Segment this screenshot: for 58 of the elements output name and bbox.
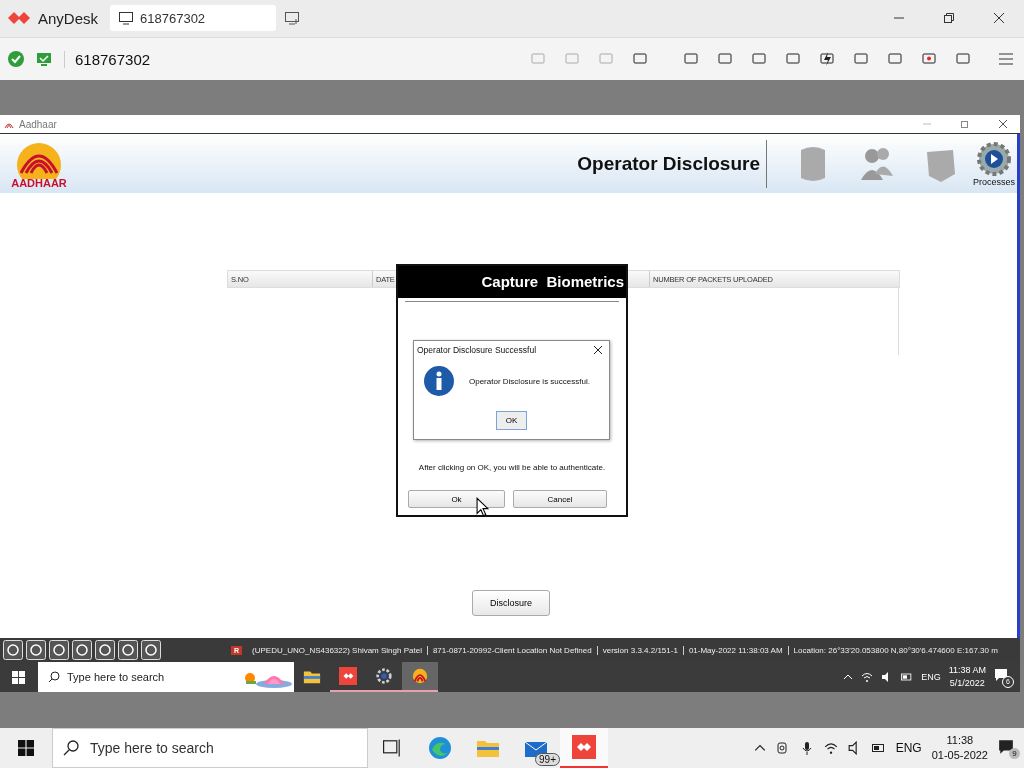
status-text: Location: 26°33'20.053800 N,80°30'6.474600 E:167.30 m — [792, 645, 999, 655]
anydesk-logo-icon — [8, 11, 32, 26]
restore-icon[interactable] — [943, 12, 955, 25]
status-text: version 3.3.4.2/151-1 — [597, 645, 684, 655]
anydesk-icon — [339, 667, 357, 686]
windows-icon[interactable] — [18, 740, 34, 756]
processes-button[interactable]: Processes — [972, 140, 1015, 187]
logo-text: AADHAAR — [11, 176, 67, 189]
browser-icon — [428, 736, 452, 760]
wifi-icon[interactable] — [861, 671, 874, 684]
screen-check-icon — [36, 51, 52, 68]
search-icon — [48, 671, 60, 684]
wifi-icon[interactable] — [823, 741, 838, 755]
close-icon[interactable] — [993, 12, 1005, 25]
gear-icon — [976, 140, 1012, 177]
close-icon[interactable] — [593, 345, 603, 356]
gear-icon — [375, 667, 393, 686]
menu-icon[interactable] — [998, 51, 1014, 68]
ok-button[interactable]: OK — [496, 411, 527, 431]
dialog-note: After clicking on OK, you will be able to authenticate. — [417, 463, 607, 473]
lightning-icon[interactable] — [819, 51, 835, 68]
dialog-message: Operator Disclosure is successful. — [469, 376, 590, 386]
aadhaar-logo-icon — [411, 667, 429, 686]
aadhaar-taskbar-button[interactable] — [402, 662, 438, 693]
clock[interactable]: 11:38 01-05-2022 — [931, 733, 988, 763]
language-indicator[interactable]: ENG — [921, 672, 941, 683]
cancel-button[interactable]: Cancel — [513, 490, 607, 509]
ok-button[interactable]: Ok — [408, 490, 505, 509]
check-icon — [8, 51, 24, 68]
camera-icon[interactable] — [775, 741, 790, 755]
new-tab-icon[interactable] — [284, 10, 301, 27]
window-title: Aadhaar — [19, 118, 57, 130]
app-name: AnyDesk — [38, 9, 99, 27]
battery-icon[interactable] — [871, 741, 886, 755]
clock[interactable]: 11:38 AM 5/1/2022 — [948, 664, 986, 691]
status-text: (UPEDU_UNO_NS436322) Shivam Singh Patel — [247, 645, 428, 655]
battery-icon[interactable] — [901, 671, 914, 684]
search-icon — [63, 740, 79, 756]
page-title: Operator Disclosure — [577, 152, 760, 175]
language-indicator[interactable]: ENG — [895, 741, 922, 755]
windows-icon[interactable] — [12, 670, 25, 684]
anydesk-taskbar-button[interactable] — [560, 728, 608, 768]
disclosure-button[interactable]: Disclosure — [472, 590, 550, 617]
dialog-title: Capture Biometrics — [398, 266, 626, 299]
search-field[interactable]: Type here to search — [52, 728, 368, 768]
status-text: 871-0871-20992-Client Location Not Defined — [427, 645, 598, 655]
close-icon[interactable] — [997, 118, 1009, 131]
address-field[interactable]: 618767302 — [64, 50, 151, 68]
count-badge: 99+ — [535, 753, 560, 766]
chevron-up-icon[interactable] — [753, 742, 766, 754]
status-text: 01-May-2022 11:38:03 AM — [683, 645, 789, 655]
session-tab[interactable]: 618767302 — [110, 5, 277, 32]
monitor-icon — [118, 10, 135, 27]
search-field[interactable]: Type here to search — [38, 662, 294, 693]
mail-taskbar-button[interactable]: 99+ — [512, 728, 560, 768]
info-icon — [423, 365, 455, 398]
dialog-title: Operator Disclosure Successful — [417, 345, 537, 356]
anydesk-icon — [572, 735, 596, 759]
